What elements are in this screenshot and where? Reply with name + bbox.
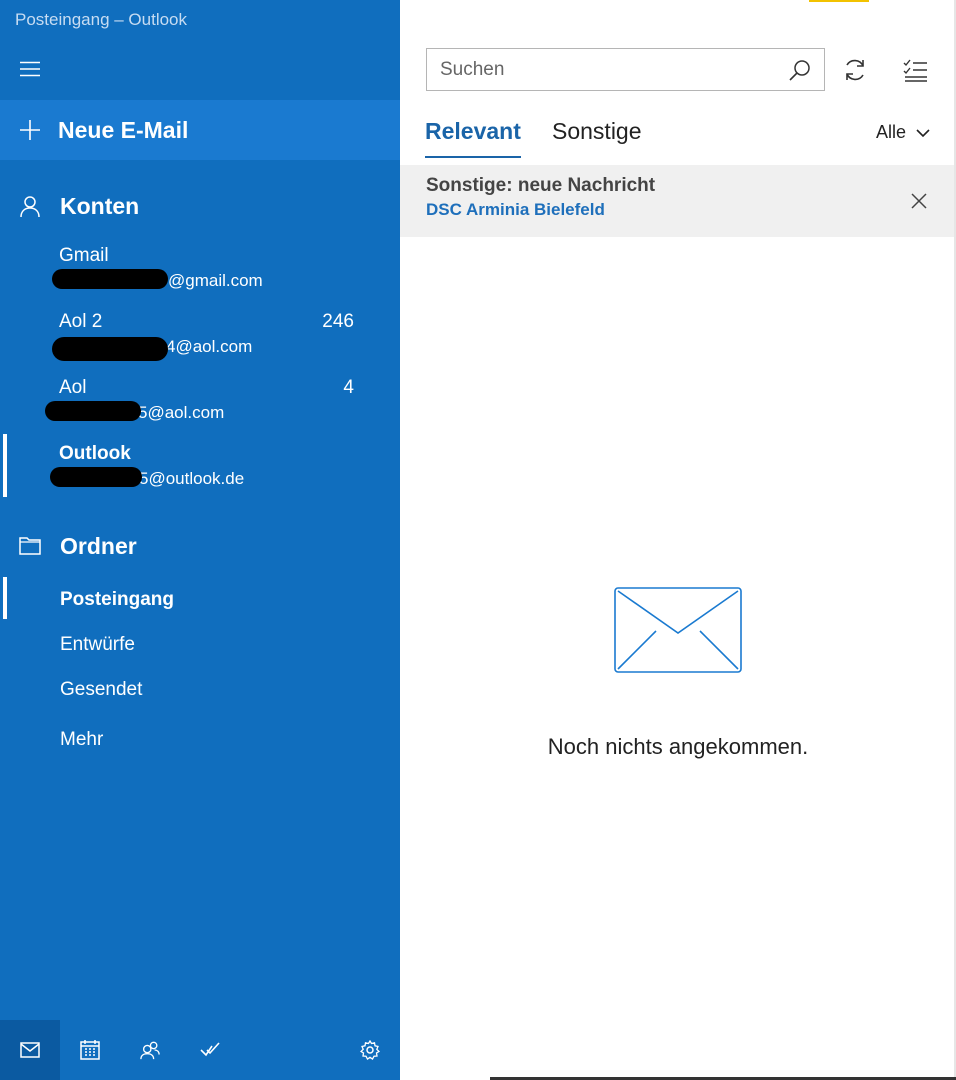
search-box[interactable]	[426, 48, 825, 91]
folder-label: Entwürfe	[60, 634, 135, 655]
people-app-button[interactable]	[120, 1020, 180, 1080]
calendar-icon	[80, 1040, 100, 1060]
message-list-pane: Relevant Sonstige Alle Sonstige: neue Na…	[400, 0, 956, 1080]
unread-count: 246	[322, 311, 354, 332]
accounts-heading: Konten	[60, 192, 140, 219]
todo-icon	[200, 1042, 220, 1057]
filter-label: Alle	[875, 122, 906, 142]
tab-relevant[interactable]: Relevant	[425, 118, 521, 145]
account-name: Outlook	[59, 443, 131, 464]
chevron-down-icon	[916, 128, 930, 137]
app-switcher-bar	[0, 1020, 400, 1080]
selection-mode-button[interactable]	[897, 52, 933, 88]
account-email: 5@aol.com	[138, 403, 225, 422]
account-item-outlook[interactable]: Outlook 5@outlook.de	[0, 443, 400, 507]
notification-sender[interactable]: DSC Arminia Bielefeld	[426, 200, 605, 220]
account-email: @gmail.com	[168, 271, 263, 290]
account-item-gmail[interactable]: Gmail @gmail.com	[0, 245, 400, 309]
redaction-mark	[52, 269, 168, 289]
sync-icon	[846, 59, 864, 81]
filter-dropdown[interactable]: Alle	[876, 122, 930, 143]
unread-count: 4	[343, 377, 354, 398]
mail-app-button[interactable]	[0, 1020, 60, 1080]
folder-label: Posteingang	[60, 589, 175, 610]
account-name: Gmail	[59, 245, 109, 266]
search-icon[interactable]	[788, 58, 812, 82]
account-email: 5@outlook.de	[139, 469, 245, 488]
redaction-mark	[50, 467, 142, 487]
folder-item-gesendet[interactable]: Gesendet	[0, 670, 400, 710]
folder-item-mehr[interactable]: Mehr	[0, 720, 400, 760]
window-title: Posteingang – Outlook	[15, 10, 188, 29]
dismiss-notification-button[interactable]	[908, 190, 930, 212]
calendar-app-button[interactable]	[60, 1020, 120, 1080]
todo-app-button[interactable]	[180, 1020, 240, 1080]
redaction-mark	[45, 401, 141, 421]
account-name: Aol 2	[59, 311, 103, 332]
folder-label: Gesendet	[60, 679, 143, 700]
settings-button[interactable]	[340, 1020, 400, 1080]
active-tab-underline	[425, 156, 521, 158]
people-icon	[140, 1041, 160, 1060]
tab-sonstige[interactable]: Sonstige	[552, 118, 642, 145]
folders-header[interactable]: Ordner	[0, 524, 400, 568]
search-input[interactable]	[427, 58, 767, 81]
navigation-pane: Posteingang – Outlook Neue E-Mail Konten…	[0, 0, 400, 1080]
folder-icon	[0, 535, 60, 557]
envelope-illustration-icon	[614, 587, 742, 673]
sync-button[interactable]	[837, 52, 873, 88]
accounts-header[interactable]: Konten	[0, 184, 400, 228]
other-inbox-notification[interactable]: Sonstige: neue Nachricht DSC Arminia Bie…	[400, 165, 954, 237]
account-email: 4@aol.com	[166, 337, 253, 356]
empty-inbox-message: Noch nichts angekommen.	[547, 734, 809, 759]
hamburger-menu-button[interactable]	[10, 50, 50, 88]
folder-label: Mehr	[60, 729, 104, 750]
folder-item-entwuerfe[interactable]: Entwürfe	[0, 625, 400, 665]
checklist-icon	[903, 59, 927, 82]
folder-item-posteingang[interactable]: Posteingang	[0, 580, 400, 620]
accent-strip	[809, 0, 869, 2]
mail-icon	[20, 1042, 40, 1058]
person-icon	[0, 195, 60, 217]
hamburger-icon	[20, 61, 40, 77]
new-mail-label: Neue E-Mail	[58, 116, 189, 143]
gear-icon	[360, 1040, 380, 1060]
account-item-aol[interactable]: Aol 4 5@aol.com	[0, 377, 400, 441]
new-mail-button[interactable]: Neue E-Mail	[0, 100, 400, 160]
plus-icon	[0, 120, 60, 140]
account-item-aol-2[interactable]: Aol 2 246 4@aol.com	[0, 311, 400, 375]
folders-heading: Ordner	[60, 532, 137, 559]
account-name: Aol	[59, 377, 87, 398]
redaction-mark	[52, 337, 168, 361]
notification-title: Sonstige: neue Nachricht	[426, 175, 656, 196]
close-icon	[911, 193, 927, 209]
